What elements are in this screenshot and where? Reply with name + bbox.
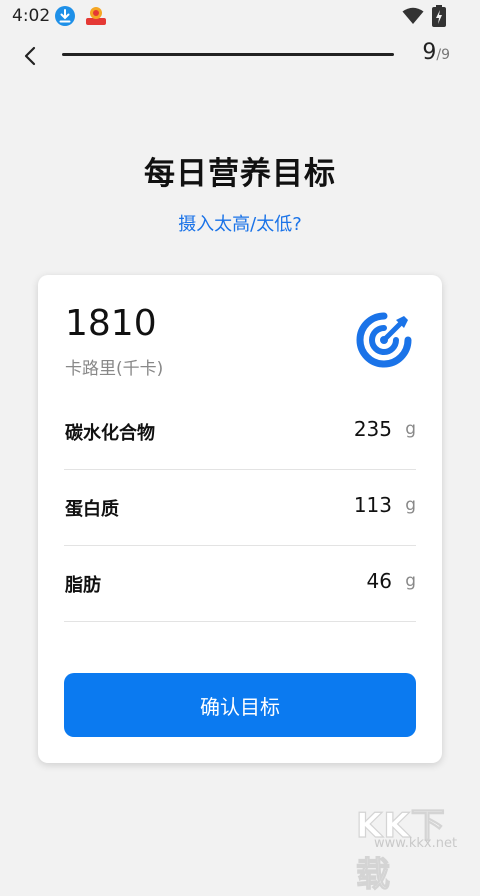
status-bar: 4:02: [0, 0, 480, 32]
calories-value: 1810: [65, 303, 157, 344]
page-title: 每日营养目标: [144, 156, 336, 192]
macro-unit: g: [405, 495, 416, 515]
app-notification-icon: [85, 5, 107, 27]
watermark: KK下载 www.kkx.net: [355, 798, 476, 895]
macro-row-fat: 脂肪 46 g: [64, 545, 416, 622]
wifi-icon: [402, 7, 424, 29]
calories-unit: 卡路里(千卡): [65, 359, 164, 379]
macro-unit: g: [405, 571, 416, 591]
watermark-url: www.kkx.net: [374, 836, 458, 851]
step-current: 9: [422, 40, 437, 65]
status-time: 4:02: [12, 6, 51, 26]
macro-row-protein: 蛋白质 113 g: [64, 469, 416, 546]
macro-value: 113: [353, 493, 392, 517]
intake-help-link[interactable]: 摄入太高/太低?: [0, 210, 480, 236]
back-button[interactable]: [18, 40, 46, 72]
chevron-left-icon: [24, 46, 36, 66]
battery-charging-icon: [432, 5, 446, 31]
macro-value: 46: [366, 569, 392, 593]
macro-label: 碳水化合物: [65, 423, 155, 444]
step-counter: 9/9: [422, 40, 450, 65]
step-total: /9: [436, 47, 450, 63]
macro-unit: g: [405, 419, 416, 439]
nutrition-target-card: 1810 卡路里(千卡) 碳水化合物 235 g 蛋白质 113 g 脂肪 46…: [38, 275, 442, 763]
macro-value: 235: [353, 417, 392, 441]
macro-label: 蛋白质: [65, 499, 119, 520]
macro-row-carbs: 碳水化合物 235 g: [64, 393, 416, 470]
macro-label: 脂肪: [65, 575, 101, 596]
confirm-target-button[interactable]: 确认目标: [64, 673, 416, 737]
progress-bar: [62, 53, 394, 56]
target-icon: [356, 312, 412, 368]
download-notification-icon: [55, 6, 75, 26]
